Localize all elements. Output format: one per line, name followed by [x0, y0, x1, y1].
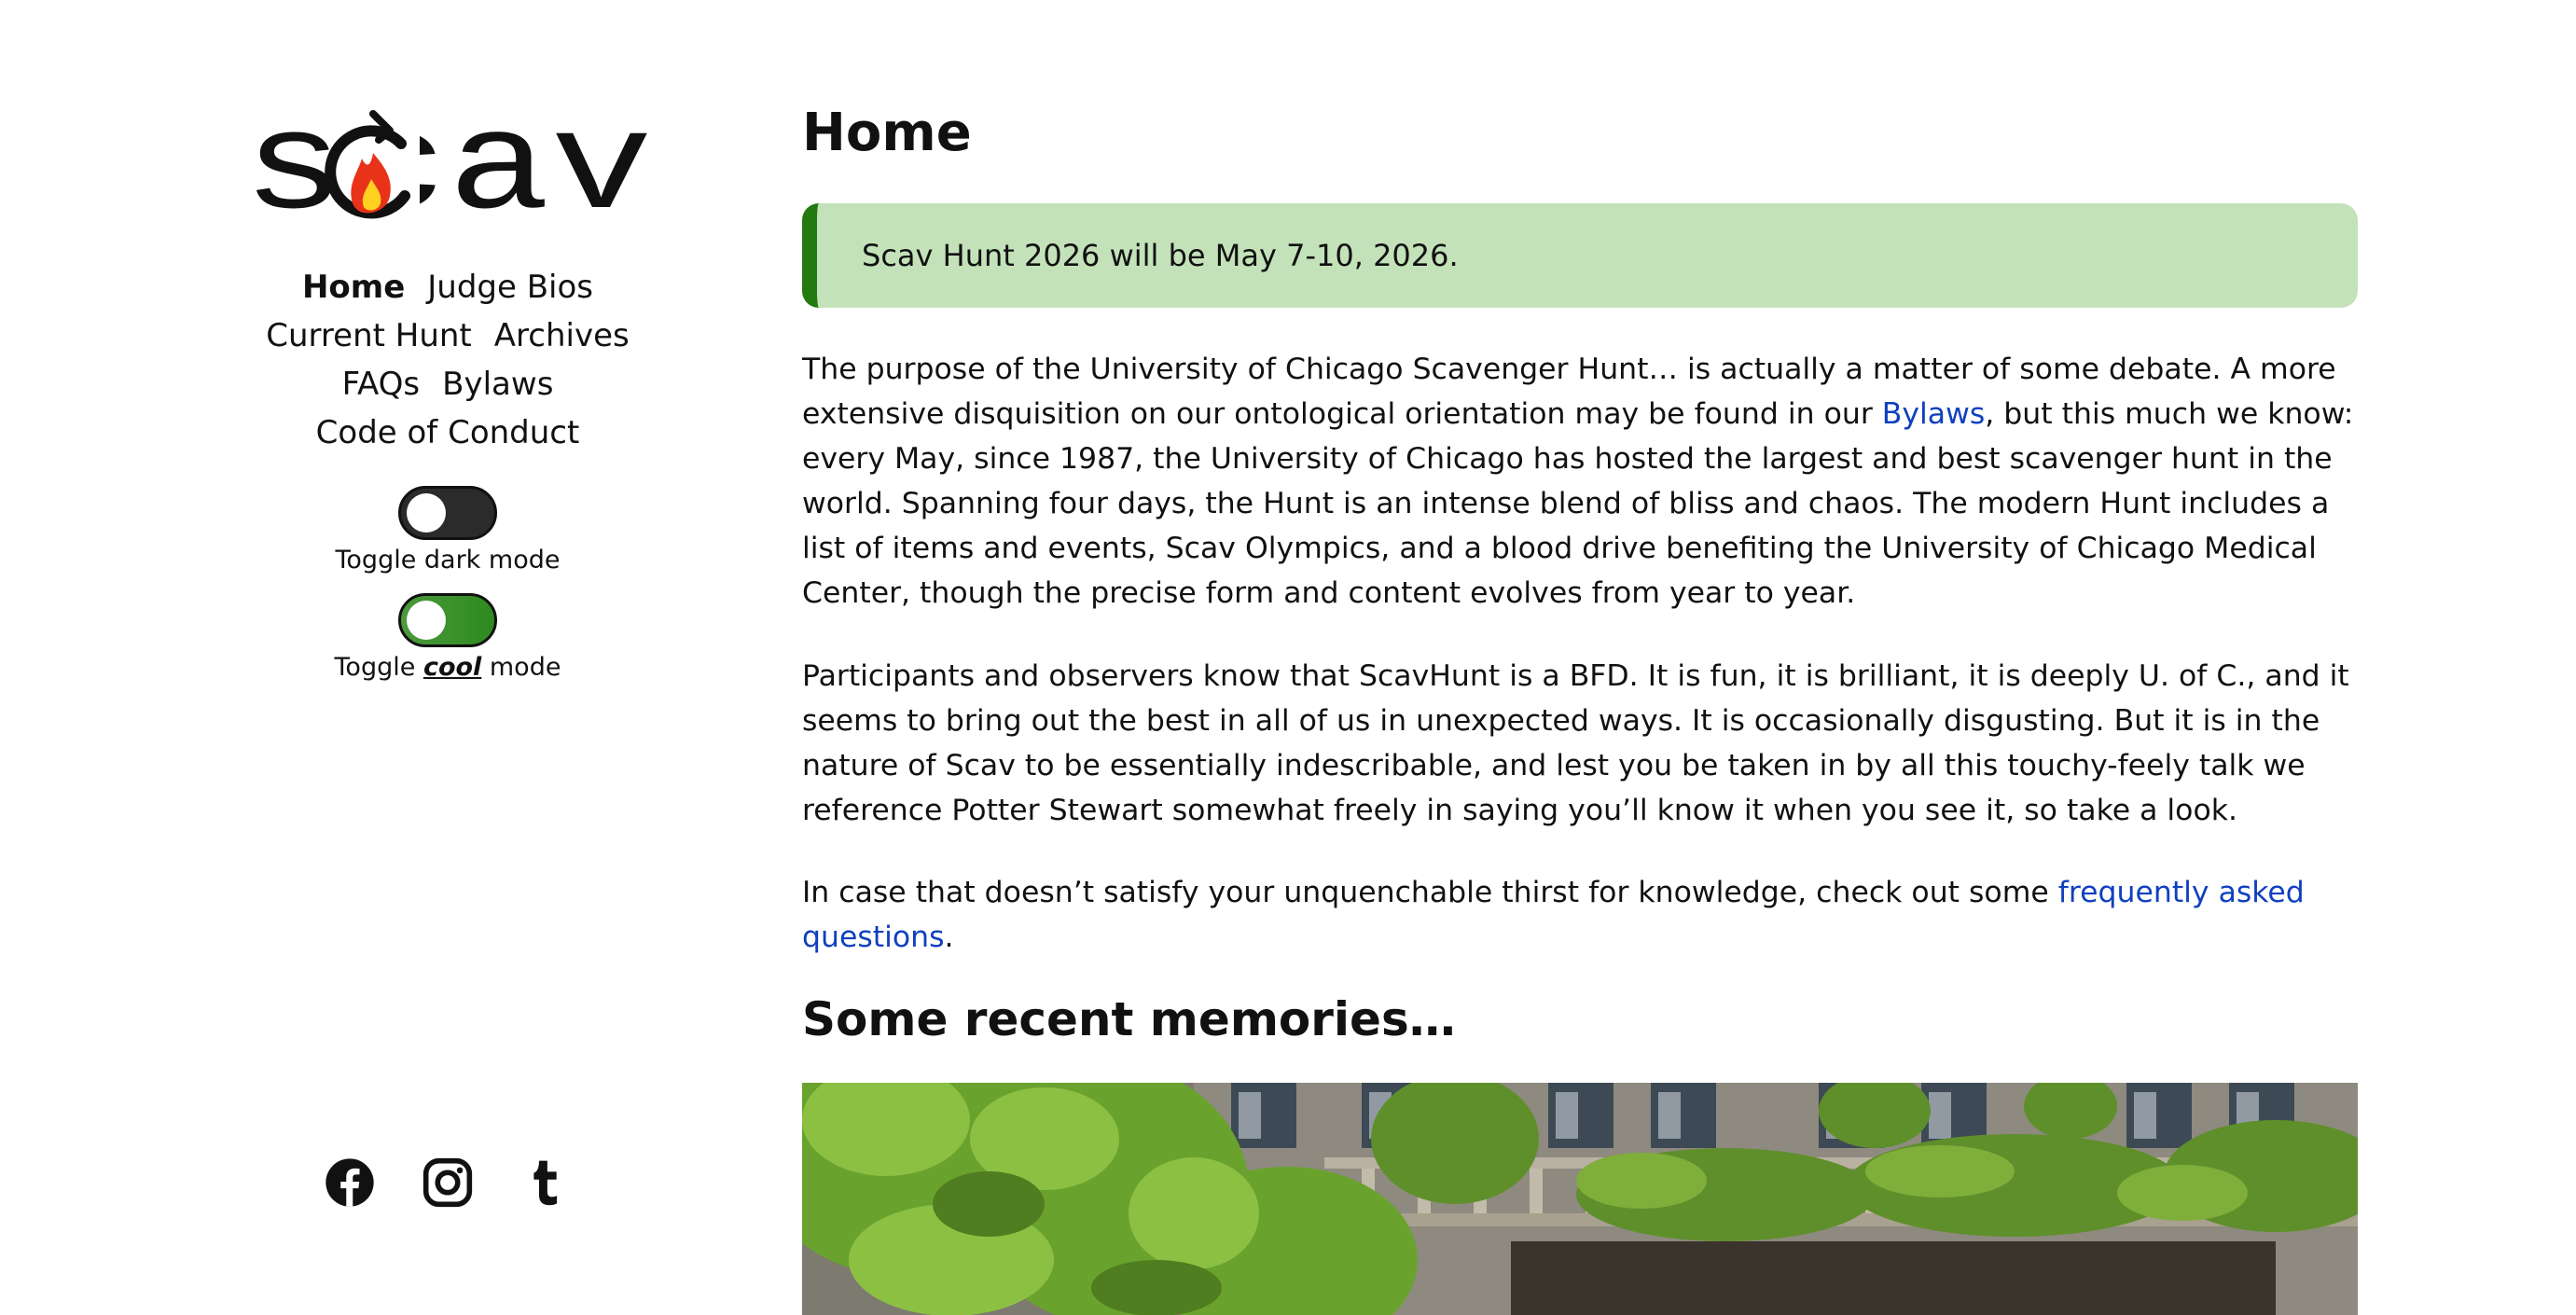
participants-paragraph: Participants and observers know that Sca…	[802, 659, 2349, 827]
instagram-icon[interactable]	[422, 1156, 474, 1209]
nav-archives[interactable]: Archives	[494, 317, 630, 354]
social-links	[205, 1156, 690, 1209]
cool-label-prefix: Toggle	[334, 653, 423, 682]
cool-mode-label: Toggle cool mode	[205, 653, 690, 682]
memories-heading: Some recent memories…	[802, 992, 1456, 1046]
bylaws-link[interactable]: Bylaws	[1882, 397, 1985, 431]
dark-mode-label: Toggle dark mode	[335, 546, 561, 574]
nav-judge-bios[interactable]: Judge Bios	[427, 269, 593, 306]
flame-icon	[325, 110, 420, 222]
dark-mode-toggle-block: Toggle dark mode	[205, 486, 690, 574]
sidebar: scav Home Judge Bios Current Hunt Archives…	[205, 0, 690, 1315]
nav-current-hunt[interactable]: Current Hunt	[266, 317, 472, 354]
cool-mode-toggle-block: Toggle cool mode	[205, 593, 690, 682]
main-nav: Home Judge Bios Current Hunt Archives FAQs…	[205, 263, 690, 457]
announcement-banner: Scav Hunt 2026 will be May 7-10, 2026.	[802, 203, 2358, 308]
svg-text:scav: scav	[242, 103, 653, 224]
paragraph-text: .	[944, 920, 954, 954]
scav-logo[interactable]: scav	[242, 103, 653, 224]
cool-label-emphasis: cool	[422, 653, 482, 682]
dark-mode-switch[interactable]	[398, 486, 497, 540]
nav-code-of-conduct[interactable]: Code of Conduct	[316, 414, 580, 451]
intro-paragraph: The purpose of the University of Chicago…	[802, 347, 2358, 616]
facebook-icon[interactable]	[324, 1156, 376, 1209]
switch-knob	[407, 601, 446, 640]
page: scav Home Judge Bios Current Hunt Archives…	[0, 0, 2576, 1315]
page-title: Home	[802, 103, 972, 163]
faq-paragraph: In case that doesn’t satisfy your unquen…	[802, 870, 2358, 960]
nav-home[interactable]: Home	[302, 269, 405, 306]
nav-bylaws[interactable]: Bylaws	[442, 366, 553, 403]
paragraph-text: In case that doesn’t satisfy your unquen…	[802, 876, 2058, 909]
tumblr-icon[interactable]	[519, 1156, 572, 1209]
nav-faqs[interactable]: FAQs	[342, 366, 421, 403]
switch-knob	[407, 493, 446, 533]
main-content: Home Scav Hunt 2026 will be May 7-10, 20…	[802, 0, 2358, 1315]
ivy-building-image	[802, 1083, 2358, 1315]
memory-photo[interactable]	[802, 1083, 2358, 1315]
cool-label-suffix: mode	[481, 653, 561, 682]
cool-mode-switch[interactable]	[398, 593, 497, 647]
